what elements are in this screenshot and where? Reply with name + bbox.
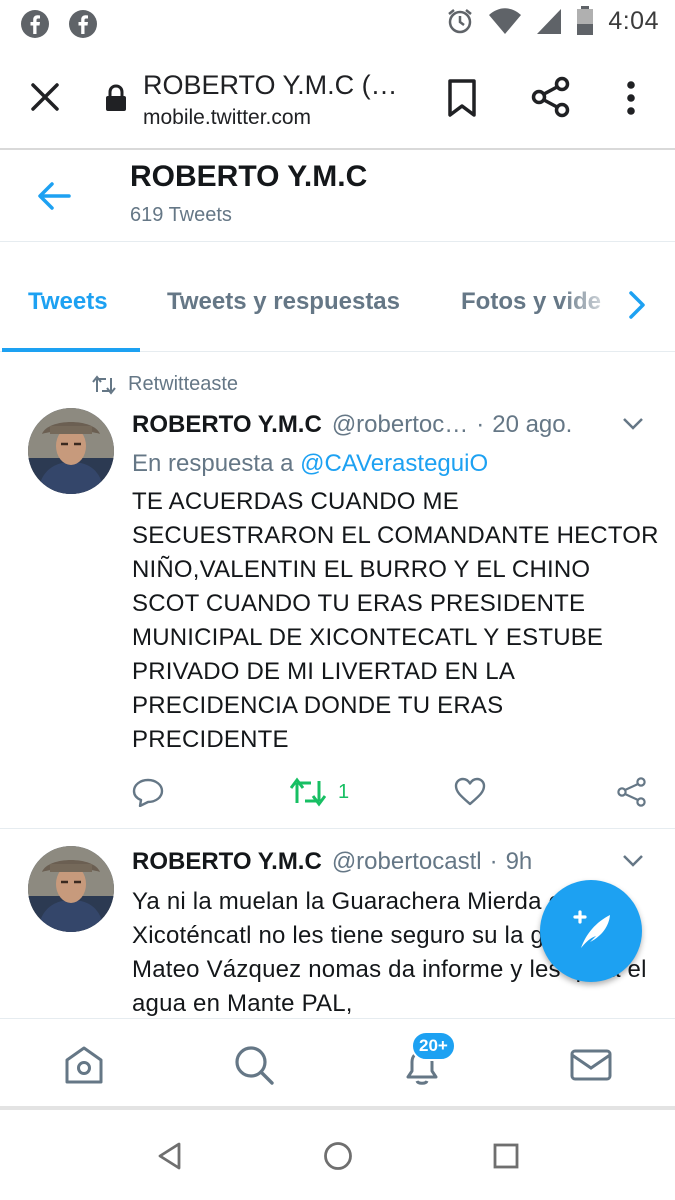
avatar[interactable] [28, 408, 114, 494]
separator: · [489, 848, 498, 875]
tweet-count: 619 Tweets [130, 204, 232, 226]
browser-page-title: ROBERTO Y.M.C (… [143, 70, 398, 100]
profile-tabs: Tweets Tweets y respuestas Fotos y vide [0, 258, 675, 352]
back-triangle-icon[interactable] [154, 1140, 186, 1172]
retweet-context: Retwitteaste [92, 373, 238, 396]
more-vertical-icon[interactable] [618, 78, 644, 118]
tweet-text: TE ACUERDAS CUANDO ME SECUESTRARON EL CO… [132, 488, 659, 753]
tweet[interactable]: Retwitteaste ROBERTO Y.M.C @robertoc… · … [0, 353, 675, 829]
profile-header: ROBERTO Y.M.C 619 Tweets [0, 152, 675, 242]
retweet-button[interactable]: 1 [290, 777, 349, 807]
facebook-icon [21, 10, 49, 38]
retweet-context-label: Retwitteaste [128, 373, 239, 395]
reply-handle-link[interactable]: @CAVerasteguiO [300, 450, 488, 477]
tweet-timestamp[interactable]: 20 ago. [492, 411, 572, 439]
author-handle[interactable]: @robertoc… [332, 411, 468, 439]
compose-tweet-button[interactable] [540, 880, 642, 982]
home-circle-icon[interactable] [322, 1140, 354, 1172]
active-tab-indicator [2, 348, 140, 352]
retweet-icon [92, 374, 116, 395]
close-icon[interactable] [26, 78, 64, 116]
like-button[interactable] [454, 777, 486, 807]
chevron-right-icon[interactable] [626, 290, 648, 320]
bookmark-icon[interactable] [444, 78, 480, 118]
lock-icon [106, 84, 126, 111]
reply-icon [132, 778, 164, 807]
tab-fade [560, 278, 620, 338]
recents-square-icon[interactable] [490, 1140, 522, 1172]
share-tweet-button[interactable] [616, 777, 648, 807]
reply-prefix: En respuesta a [132, 450, 294, 477]
wifi-icon [489, 8, 522, 34]
tweet-actions: 1 [132, 777, 652, 813]
author-name[interactable]: ROBERTO Y.M.C [132, 411, 322, 439]
reply-context: En respuesta a @CAVerasteguiO [132, 450, 488, 478]
compose-feather-icon [573, 910, 610, 948]
author-name[interactable]: ROBERTO Y.M.C [132, 848, 322, 876]
signal-icon [537, 9, 562, 34]
bottom-navigation: 20+ [0, 1018, 675, 1110]
chevron-down-icon[interactable] [622, 417, 644, 431]
separator: · [476, 411, 485, 438]
status-bar: 4:04 [0, 0, 675, 48]
notifications-badge: 20+ [411, 1031, 456, 1061]
retweet-count: 1 [338, 780, 350, 803]
author-handle[interactable]: @robertocastl [332, 848, 482, 876]
share-icon[interactable] [530, 76, 572, 118]
alarm-icon [448, 9, 473, 34]
profile-name: ROBERTO Y.M.C [130, 160, 368, 193]
reply-button[interactable] [132, 777, 164, 807]
heart-icon [454, 777, 486, 806]
share-icon [617, 777, 646, 807]
avatar[interactable] [28, 846, 114, 932]
system-navigation-bar [0, 1112, 675, 1200]
search-icon[interactable] [232, 1043, 276, 1087]
tweet-header: ROBERTO Y.M.C @robertoc… · 20 ago. [132, 411, 572, 439]
tab-tweets[interactable]: Tweets [28, 288, 108, 316]
retweet-icon [290, 777, 326, 807]
status-time: 4:04 [608, 6, 659, 35]
home-icon[interactable] [62, 1043, 106, 1087]
back-arrow-icon[interactable] [36, 180, 72, 212]
tweet-timestamp[interactable]: 9h [506, 848, 533, 876]
browser-url[interactable]: mobile.twitter.com [143, 106, 311, 130]
messages-envelope-icon[interactable] [569, 1043, 613, 1087]
browser-toolbar: ROBERTO Y.M.C (… mobile.twitter.com [0, 48, 675, 150]
battery-icon [577, 6, 594, 35]
tab-tweets-and-replies[interactable]: Tweets y respuestas [167, 288, 400, 316]
tweet-header: ROBERTO Y.M.C @robertocastl · 9h [132, 848, 532, 876]
chevron-down-icon[interactable] [622, 854, 644, 868]
facebook-icon [69, 10, 97, 38]
